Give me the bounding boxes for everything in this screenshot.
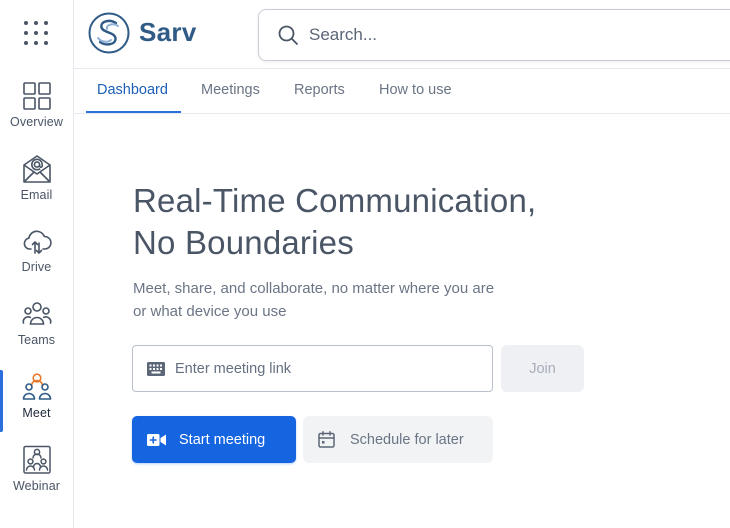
search-input[interactable]: [309, 25, 709, 45]
rail-item-meet[interactable]: Meet: [0, 370, 73, 434]
active-tab-indicator: [86, 111, 181, 113]
rail-item-drive[interactable]: Drive: [0, 226, 73, 288]
join-button[interactable]: Join: [501, 345, 584, 392]
meeting-link-input[interactable]: [175, 360, 475, 377]
rail-item-label: Email: [20, 188, 53, 202]
overview-grid-icon: [22, 82, 51, 110]
webinar-icon: [22, 445, 51, 474]
rail-item-email[interactable]: Email: [0, 154, 73, 216]
left-rail: Overview Email Drive Teams Meet Webinar: [0, 0, 74, 528]
tab-how-to-use[interactable]: How to use: [379, 82, 452, 98]
hero-title: Real-Time Communication, No Boundaries: [133, 180, 653, 264]
hero-title-line: No Boundaries: [133, 224, 354, 261]
hero-subtitle-line: or what device you use: [133, 303, 287, 320]
rail-item-teams[interactable]: Teams: [0, 299, 73, 361]
schedule-later-label: Schedule for later: [350, 431, 464, 448]
brand-name[interactable]: Sarv: [139, 17, 197, 48]
app-root: Overview Email Drive Teams Meet Webinar …: [0, 0, 730, 528]
start-meeting-label: Start meeting: [179, 431, 266, 448]
tab-bar: Dashboard Meetings Reports How to use: [74, 70, 730, 114]
email-icon: [22, 155, 51, 183]
rail-item-label: Webinar: [12, 479, 61, 493]
schedule-later-button[interactable]: Schedule for later: [303, 416, 493, 463]
top-bar: Sarv: [74, 0, 730, 69]
tab-dashboard[interactable]: Dashboard: [97, 82, 168, 98]
hero-title-line: Real-Time Communication,: [133, 182, 537, 219]
meet-icon: [22, 373, 51, 400]
video-camera-icon: [147, 433, 166, 446]
search-icon: [278, 25, 298, 45]
sarv-logo-icon[interactable]: [88, 12, 130, 54]
calendar-icon: [318, 431, 335, 448]
rail-item-overview[interactable]: Overview: [0, 81, 73, 143]
rail-item-label: Meet: [22, 406, 51, 420]
hero-subtitle: Meet, share, and collaborate, no matter …: [133, 277, 563, 323]
rail-item-label: Teams: [17, 333, 56, 347]
tab-reports[interactable]: Reports: [294, 82, 345, 98]
tab-meetings[interactable]: Meetings: [201, 82, 260, 98]
apps-grid-icon[interactable]: [24, 21, 48, 45]
cloud-drive-icon: [23, 230, 52, 254]
search-bar[interactable]: [258, 9, 730, 61]
teams-icon: [22, 302, 51, 325]
rail-item-webinar[interactable]: Webinar: [0, 445, 73, 507]
rail-item-label: Overview: [10, 115, 63, 129]
hero-subtitle-line: Meet, share, and collaborate, no matter …: [133, 280, 495, 297]
start-meeting-button[interactable]: Start meeting: [132, 416, 296, 463]
rail-item-label: Drive: [21, 260, 52, 274]
keyboard-icon: [147, 361, 165, 376]
meeting-link-field[interactable]: [132, 345, 493, 392]
